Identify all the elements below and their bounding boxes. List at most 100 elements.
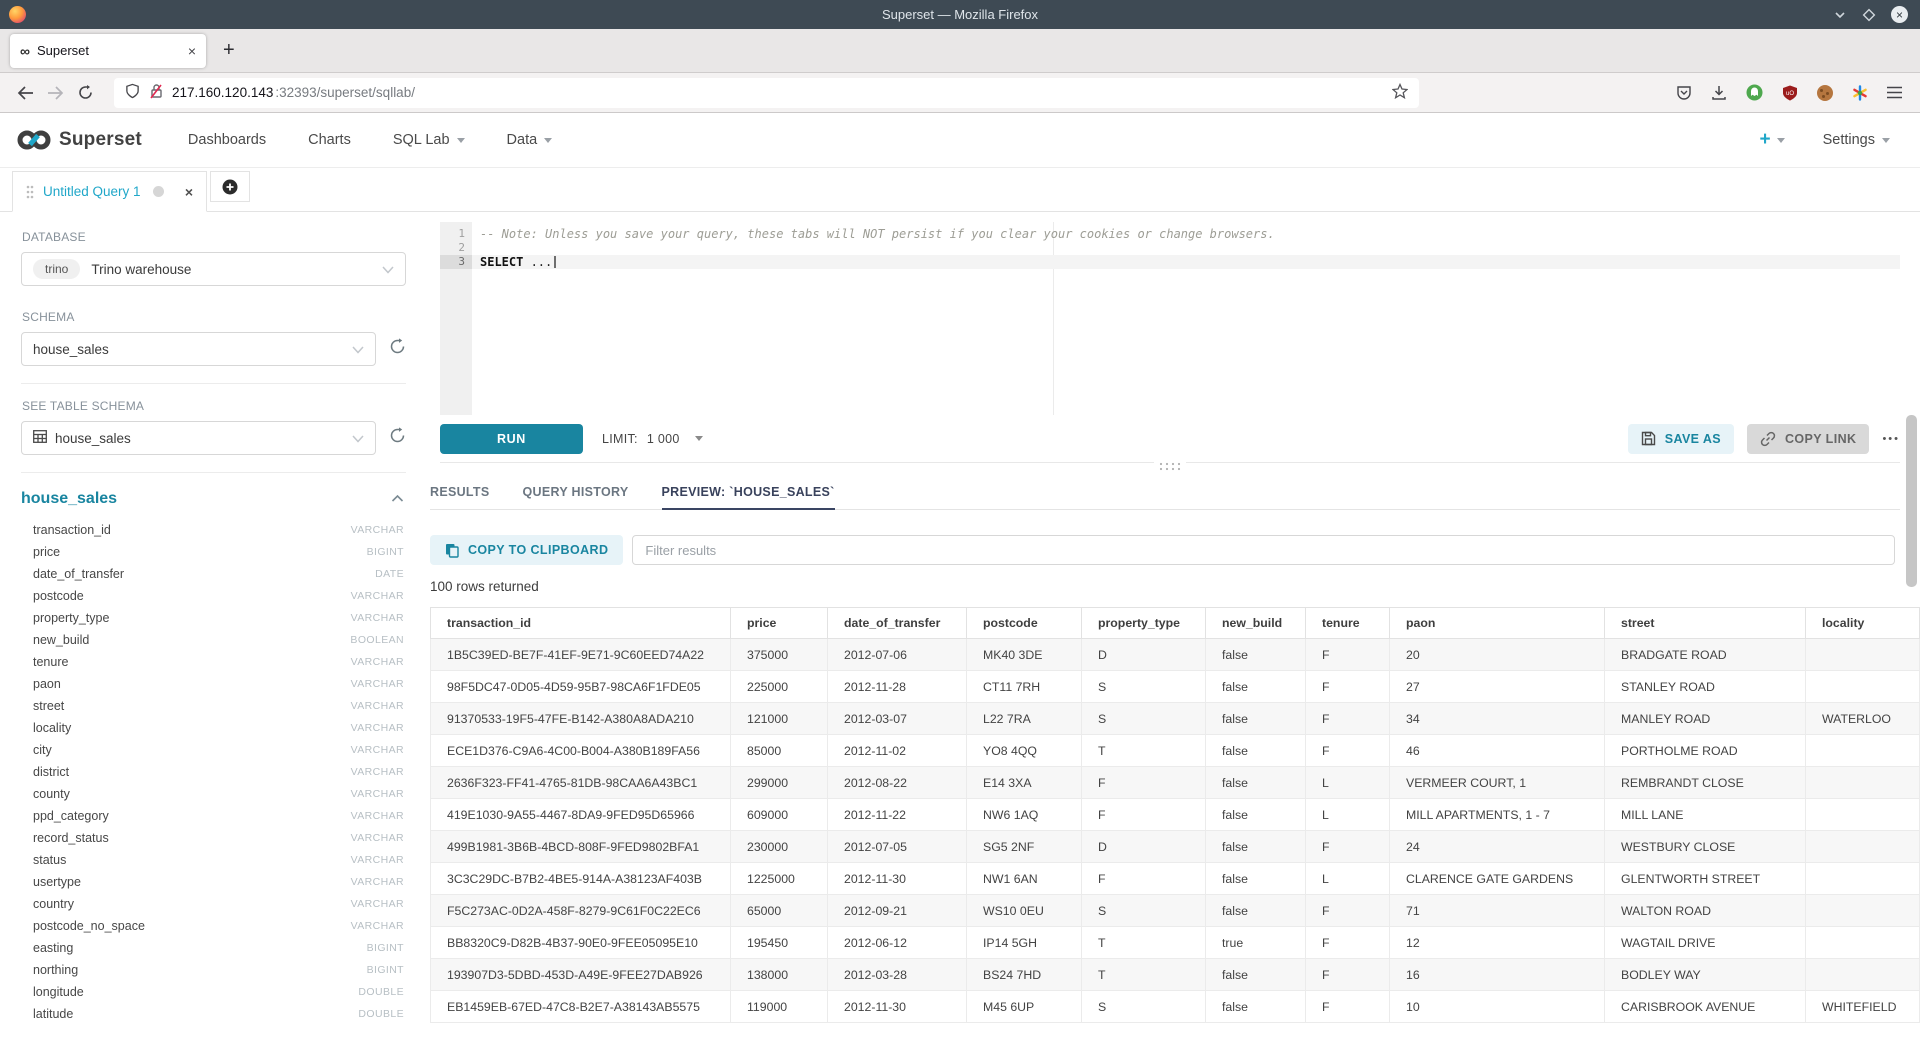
superset-logo[interactable]: Superset <box>16 128 142 152</box>
add-menu-button[interactable]: + <box>1759 129 1784 151</box>
column-header-transaction_id[interactable]: transaction_id <box>431 608 731 639</box>
column-name: country <box>33 897 74 911</box>
refresh-schema-button[interactable] <box>389 338 406 360</box>
table-cell: EB1459EB-67ED-47C8-B2E7-A38143AB5575 <box>431 991 731 1023</box>
minimize-button[interactable] <box>1833 8 1847 22</box>
table-cell: BODLEY WAY <box>1605 959 1806 991</box>
pane-divider[interactable] <box>440 462 1900 480</box>
column-header-price[interactable]: price <box>731 608 828 639</box>
table-cell: 85000 <box>731 735 828 767</box>
colorful-extension-icon[interactable] <box>1852 85 1868 101</box>
table-cell: T <box>1082 927 1206 959</box>
pocket-icon[interactable] <box>1676 85 1692 101</box>
table-cell <box>1806 959 1920 991</box>
reload-button[interactable] <box>70 85 100 100</box>
table-cell: F <box>1306 671 1390 703</box>
drag-handle-icon[interactable] <box>1154 458 1186 480</box>
table-cell: false <box>1206 703 1306 735</box>
forward-button[interactable] <box>40 86 70 100</box>
bookmark-star-icon[interactable] <box>1392 83 1408 102</box>
column-header-postcode[interactable]: postcode <box>967 608 1082 639</box>
table-cell: 2012-09-21 <box>828 895 967 927</box>
shield-icon[interactable] <box>125 83 140 102</box>
table-cell: 225000 <box>731 671 828 703</box>
table-cell: F5C273AC-0D2A-458F-8279-9C61F0C22EC6 <box>431 895 731 927</box>
nav-item-dashboards[interactable]: Dashboards <box>188 132 266 148</box>
schema-column-row: locality VARCHAR <box>21 717 406 739</box>
table-cell: 20 <box>1390 639 1605 671</box>
ublock-extension-icon[interactable]: uO <box>1782 85 1798 101</box>
run-button[interactable]: RUN <box>440 424 583 454</box>
table-cell <box>1806 767 1920 799</box>
table-cell: 193907D3-5DBD-453D-A49E-9FEE27DAB926 <box>431 959 731 991</box>
vertical-scrollbar[interactable] <box>1906 415 1917 587</box>
column-name: postcode_no_space <box>33 919 145 933</box>
schema-column-row: longitude DOUBLE <box>21 981 406 1003</box>
query-tab-close-icon[interactable]: × <box>185 184 193 200</box>
table-cell: CT11 7RH <box>967 671 1082 703</box>
save-as-button[interactable]: SAVE AS <box>1628 424 1734 454</box>
table-select[interactable]: house_sales <box>21 421 376 455</box>
column-type: VARCHAR <box>351 788 404 800</box>
refresh-table-button[interactable] <box>389 427 406 449</box>
query-tab-active[interactable]: Untitled Query 1 × <box>12 171 207 212</box>
column-header-date_of_transfer[interactable]: date_of_transfer <box>828 608 967 639</box>
new-tab-button[interactable]: + <box>223 39 235 62</box>
table-cell <box>1806 895 1920 927</box>
column-header-street[interactable]: street <box>1605 608 1806 639</box>
table-cell: 419E1030-9A55-4467-8DA9-9FED95D65966 <box>431 799 731 831</box>
cookie-extension-icon[interactable] <box>1817 85 1833 101</box>
column-type: VARCHAR <box>351 700 404 712</box>
results-tab-results[interactable]: RESULTS <box>430 485 490 509</box>
nav-item-data[interactable]: Data <box>507 132 553 148</box>
table-cell <box>1806 639 1920 671</box>
schema-column-row: easting BIGINT <box>21 937 406 959</box>
download-icon[interactable] <box>1711 85 1727 101</box>
browser-tab-title: Superset <box>37 43 89 58</box>
table-cell: 609000 <box>731 799 828 831</box>
results-tab-query-history[interactable]: QUERY HISTORY <box>523 485 629 509</box>
table-cell: false <box>1206 799 1306 831</box>
limit-dropdown[interactable]: LIMIT: 1 000 <box>602 432 703 446</box>
column-header-locality[interactable]: locality <box>1806 608 1920 639</box>
table-row: 499B1981-3B6B-4BCD-808F-9FED9802BFA12300… <box>431 831 1920 863</box>
table-schema-title: house_sales <box>21 490 117 508</box>
superset-infinity-icon <box>16 128 52 152</box>
ghostery-extension-icon[interactable] <box>1746 84 1763 101</box>
table-cell: L22 7RA <box>967 703 1082 735</box>
sql-editor[interactable]: 1 -- Note: Unless you save your query, t… <box>440 222 1900 415</box>
results-tab-preview-house-sales[interactable]: PREVIEW: `HOUSE_SALES` <box>662 485 835 510</box>
table-cell: 2636F323-FF41-4765-81DB-98CAA6A43BC1 <box>431 767 731 799</box>
table-cell: 2012-11-28 <box>828 671 967 703</box>
nav-item-charts[interactable]: Charts <box>308 132 351 148</box>
browser-tab-superset[interactable]: ∞ Superset × <box>10 34 206 68</box>
lock-insecure-icon[interactable] <box>149 83 163 102</box>
tab-close-icon[interactable]: × <box>188 43 196 59</box>
column-header-new_build[interactable]: new_build <box>1206 608 1306 639</box>
close-button[interactable]: × <box>1891 6 1908 23</box>
back-button[interactable] <box>10 86 40 100</box>
table-cell: 2012-11-02 <box>828 735 967 767</box>
new-query-tab-button[interactable] <box>210 171 250 202</box>
column-type: VARCHAR <box>351 898 404 910</box>
copy-link-button[interactable]: COPY LINK <box>1747 424 1869 454</box>
column-header-tenure[interactable]: tenure <box>1306 608 1390 639</box>
column-header-property_type[interactable]: property_type <box>1082 608 1206 639</box>
menu-icon[interactable] <box>1887 86 1902 99</box>
settings-menu-button[interactable]: Settings <box>1823 132 1890 148</box>
collapse-table-chevron-icon[interactable] <box>391 490 404 508</box>
copy-to-clipboard-button[interactable]: COPY TO CLIPBOARD <box>430 535 623 565</box>
query-state-dot <box>153 186 164 197</box>
database-value: Trino warehouse <box>91 262 191 277</box>
database-select[interactable]: trino Trino warehouse <box>21 252 406 286</box>
schema-column-row: postcode VARCHAR <box>21 585 406 607</box>
table-cell: false <box>1206 831 1306 863</box>
more-actions-button[interactable]: ••• <box>1882 433 1900 445</box>
schema-select[interactable]: house_sales <box>21 332 376 366</box>
filter-results-input[interactable] <box>632 535 1895 565</box>
column-header-paon[interactable]: paon <box>1390 608 1605 639</box>
maximize-button[interactable] <box>1862 8 1876 22</box>
url-bar[interactable]: 217.160.120.143:32393/superset/sqllab/ <box>114 78 1419 108</box>
nav-item-sql-lab[interactable]: SQL Lab <box>393 132 465 148</box>
table-cell: 499B1981-3B6B-4BCD-808F-9FED9802BFA1 <box>431 831 731 863</box>
